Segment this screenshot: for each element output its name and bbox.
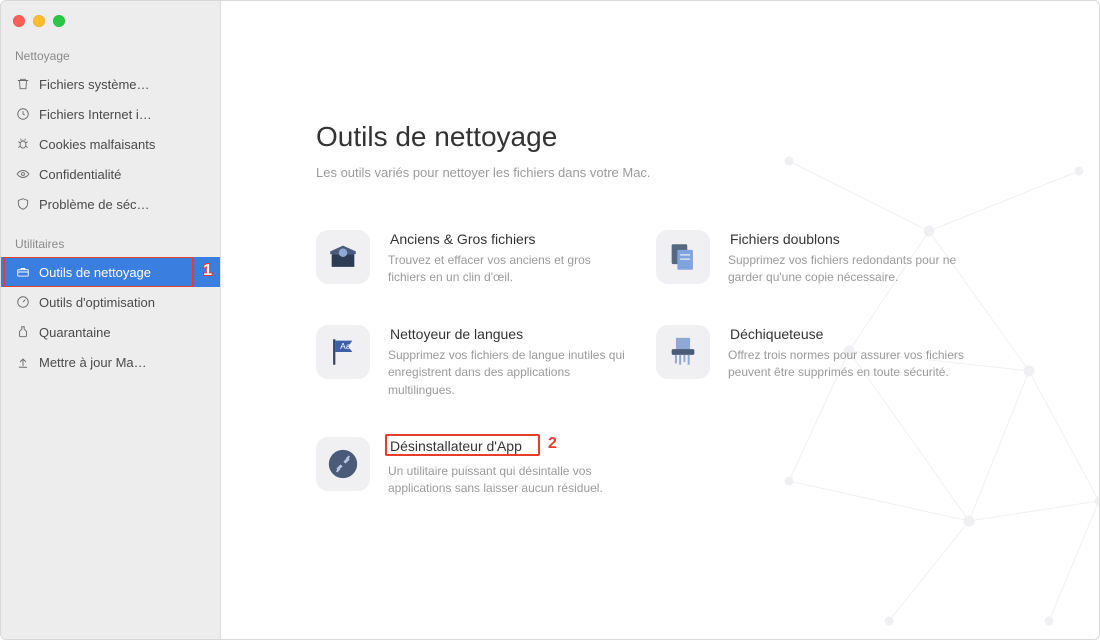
trash-icon: [15, 76, 31, 92]
sidebar-item-label: Cookies malfaisants: [39, 137, 155, 152]
eye-icon: [15, 166, 31, 182]
sidebar-section-header-nettoyage: Nettoyage: [1, 41, 220, 69]
sidebar-item-label: Outils d'optimisation: [39, 295, 155, 310]
minimize-window-button[interactable]: [33, 15, 45, 27]
sidebar-item-securite[interactable]: Problème de séc…: [1, 189, 220, 219]
sidebar-item-fichiers-systeme[interactable]: Fichiers système…: [1, 69, 220, 99]
fullscreen-window-button[interactable]: [53, 15, 65, 27]
sidebar-item-label: Fichiers Internet i…: [39, 107, 152, 122]
tool-fichiers-doublons[interactable]: Fichiers doublons Supprimez vos fichiers…: [656, 230, 986, 287]
gauge-icon: [15, 294, 31, 310]
sidebar-item-label: Outils de nettoyage: [39, 265, 151, 280]
jar-icon: [15, 324, 31, 340]
flag-icon: Aa: [316, 325, 370, 379]
svg-text:Aa: Aa: [340, 341, 351, 351]
shredder-icon: [656, 325, 710, 379]
page-subtitle: Les outils variés pour nettoyer les fich…: [316, 165, 1039, 180]
main-panel: Outils de nettoyage Les outils variés po…: [221, 1, 1099, 639]
bug-icon: [15, 136, 31, 152]
tool-anciens-gros-fichiers[interactable]: Anciens & Gros fichiers Trouvez et effac…: [316, 230, 626, 287]
box-icon: [316, 230, 370, 284]
tool-desc: Supprimez vos fichiers de langue inutile…: [388, 347, 626, 399]
window-controls: [1, 9, 220, 41]
sidebar-item-label: Fichiers système…: [39, 77, 150, 92]
annotation-badge-2: 2: [548, 436, 557, 452]
sidebar: Nettoyage Fichiers système… Fichiers Int…: [1, 1, 221, 639]
sidebar-item-label: Mettre à jour Ma…: [39, 355, 147, 370]
sidebar-item-label: Confidentialité: [39, 167, 121, 182]
docs-icon: [656, 230, 710, 284]
app-window: Nettoyage Fichiers système… Fichiers Int…: [0, 0, 1100, 640]
close-window-button[interactable]: [13, 15, 25, 27]
toolbox-icon: [15, 264, 31, 280]
tool-nettoyeur-langues[interactable]: Aa Nettoyeur de langues Supprimez vos fi…: [316, 325, 626, 399]
sidebar-item-fichiers-internet[interactable]: Fichiers Internet i…: [1, 99, 220, 129]
tool-desc: Trouvez et effacer vos anciens et gros f…: [388, 252, 626, 287]
annotation-badge-1: 1: [203, 263, 212, 279]
sidebar-item-quarantaine[interactable]: Quarantaine: [1, 317, 220, 347]
wrench-icon: [316, 437, 370, 491]
clock-icon: [15, 106, 31, 122]
tools-grid: Anciens & Gros fichiers Trouvez et effac…: [316, 230, 1039, 498]
tool-desc: Supprimez vos fichiers redondants pour n…: [728, 252, 986, 287]
sidebar-item-label: Problème de séc…: [39, 197, 150, 212]
sidebar-item-mettre-a-jour[interactable]: Mettre à jour Ma…: [1, 347, 220, 377]
sidebar-section-header-utilitaires: Utilitaires: [1, 229, 220, 257]
tool-title: Déchiqueteuse: [728, 325, 825, 343]
sidebar-item-outils-nettoyage[interactable]: Outils de nettoyage 1: [1, 257, 220, 287]
upload-icon: [15, 354, 31, 370]
tool-title: Anciens & Gros fichiers: [388, 230, 538, 248]
tool-title: Nettoyeur de langues: [388, 325, 525, 343]
sidebar-item-label: Quarantaine: [39, 325, 111, 340]
sidebar-item-cookies[interactable]: Cookies malfaisants: [1, 129, 220, 159]
tool-title: Désinstallateur d'App: [388, 437, 524, 455]
tool-desinstallateur-app[interactable]: Désinstallateur d'App 2 Un utilitaire pu…: [316, 437, 626, 498]
shield-icon: [15, 196, 31, 212]
page-title: Outils de nettoyage: [316, 121, 1039, 153]
tool-title: Fichiers doublons: [728, 230, 842, 248]
tool-dechiqueteuse[interactable]: Déchiqueteuse Offrez trois normes pour a…: [656, 325, 986, 399]
sidebar-item-confidentialite[interactable]: Confidentialité: [1, 159, 220, 189]
tool-desc: Offrez trois normes pour assurer vos fic…: [728, 347, 986, 382]
tool-desc: Un utilitaire puissant qui désintalle vo…: [388, 463, 626, 498]
sidebar-item-outils-optimisation[interactable]: Outils d'optimisation: [1, 287, 220, 317]
